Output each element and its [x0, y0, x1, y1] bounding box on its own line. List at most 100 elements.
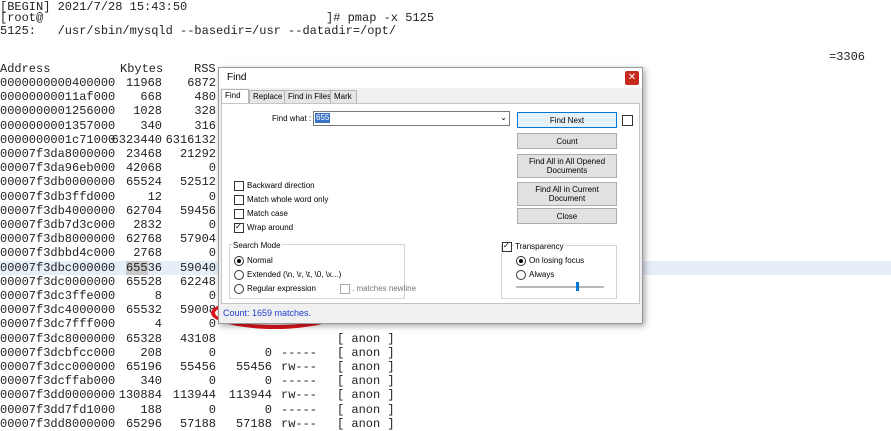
transparency-label: Transparency [514, 242, 565, 251]
row-address: 00007f3dcffab000 [0, 374, 116, 389]
row-mapping: [ anon ] [337, 374, 395, 389]
backward-checkbox[interactable] [234, 181, 244, 191]
tab-replace[interactable]: Replace [249, 90, 287, 103]
tab-find[interactable]: Find [221, 89, 249, 104]
row-dirty: 0 [264, 345, 272, 360]
row-address: 00007f3dc8000000 [0, 331, 116, 346]
row-address: 00007f3dc0000000 [0, 274, 116, 289]
dialog-titlebar[interactable]: Find ✕ [219, 68, 642, 88]
search-mode-title: Search Mode [232, 241, 282, 250]
whole-word-checkbox[interactable] [234, 195, 244, 205]
find-what-input[interactable]: 655 [315, 113, 331, 123]
close-icon[interactable]: ✕ [625, 71, 639, 85]
find-what-combo[interactable]: 655 ⌄ [313, 111, 510, 126]
find-next-side-checkbox[interactable] [622, 115, 633, 126]
row-address: 00007f3dbc000000 [0, 260, 116, 275]
table-row: 00007f3dcc000000 65196 55456 55456 rw--- [ an… [0, 360, 891, 374]
always-radio[interactable] [516, 270, 526, 280]
table-row: 00007f3dc8000000 65328 43108 [ anon ] [0, 332, 891, 346]
on-losing-focus-radio[interactable] [516, 256, 526, 266]
row-address: 00007f3db8000000 [0, 232, 116, 247]
row-mapping: [ anon ] [337, 345, 395, 360]
extended-radio[interactable] [234, 270, 244, 280]
normal-radio[interactable] [234, 256, 244, 266]
tab-mark[interactable]: Mark [330, 90, 357, 103]
row-dirty: 57188 [235, 416, 272, 431]
row-kbytes: 65296 [125, 416, 162, 431]
row-kbytes: 208 [140, 345, 162, 360]
header-kbytes: Kbytes [120, 62, 164, 76]
close-button[interactable]: Close [517, 208, 617, 224]
status-bar: Count: 1659 matches. [219, 304, 642, 323]
row-address: 00007f3da96eb000 [0, 161, 116, 176]
normal-label: Normal [247, 256, 273, 265]
row-kbytes: 130884 [118, 388, 162, 403]
row-mode: rw--- [281, 416, 318, 431]
row-dirty: 0 [264, 374, 272, 389]
row-rss: 0 [208, 246, 216, 261]
row-mapping: [ anon ] [337, 388, 395, 403]
row-address: 0000000001256000 [0, 104, 116, 119]
wrap-around-label: Wrap around [247, 223, 294, 232]
row-kbytes: 2832 [133, 218, 162, 232]
backward-label: Backward direction [247, 181, 315, 190]
row-dirty: 55456 [235, 360, 272, 374]
row-address: 00007f3dc7fff000 [0, 317, 116, 332]
row-address: 00007f3dcc000000 [0, 360, 116, 374]
row-address: 00007f3db0000000 [0, 175, 116, 190]
row-rss: 480 [194, 90, 216, 105]
table-row: 00007f3dd7fd1000 188 0 0 ----- [ anon ] [0, 403, 891, 417]
find-next-button[interactable]: Find Next [517, 112, 617, 128]
chevron-down-icon[interactable]: ⌄ [500, 113, 507, 123]
row-kbytes: 2768 [133, 246, 162, 261]
table-row: 00007f3dd8000000 65296 57188 57188 rw--- [ an… [0, 417, 891, 431]
row-address: 0000000001c71000 [0, 132, 116, 147]
find-all-current-button[interactable]: Find All in Current Document [517, 182, 617, 206]
row-kbytes: 62768 [125, 232, 162, 247]
regex-radio[interactable] [234, 284, 244, 294]
matches-newline-checkbox[interactable] [340, 284, 350, 294]
row-rss: 59456 [179, 203, 216, 218]
row-rss: 113944 [172, 388, 216, 403]
transparency-slider-track[interactable] [516, 286, 604, 288]
prompt-user: [root@ [0, 11, 44, 25]
tab-find-in-files[interactable]: Find in Files [284, 90, 333, 103]
row-address: 00007f3dc3ffe000 [0, 289, 116, 303]
row-mapping: [ anon ] [337, 402, 395, 417]
row-kbytes: 65536 [106, 260, 162, 275]
count-button[interactable]: Count [517, 133, 617, 149]
transparency-checkbox[interactable] [502, 241, 512, 252]
row-address: 00007f3dc4000000 [0, 303, 116, 318]
row-rss: 6316132 [165, 132, 216, 147]
table-row: 00007f3dcbfcc000 208 0 0 ----- [ anon ] [0, 346, 891, 360]
wrap-around-checkbox[interactable] [234, 222, 244, 233]
row-rss: 0 [208, 345, 216, 360]
transparency-slider-thumb[interactable] [575, 282, 579, 291]
row-rss: 0 [208, 289, 216, 303]
row-kbytes: 11968 [125, 76, 162, 90]
row-mapping: [ anon ] [337, 416, 395, 431]
row-address: 00007f3da8000000 [0, 147, 116, 161]
row-address: 00007f3db4000000 [0, 203, 116, 218]
row-dirty: 0 [264, 402, 272, 417]
status-text: Count: 1659 matches. [223, 308, 312, 318]
row-kbytes: 65532 [125, 303, 162, 318]
header-rss: RSS [194, 62, 216, 76]
row-mapping: [ anon ] [337, 360, 395, 374]
match-case-checkbox[interactable] [234, 209, 244, 219]
row-kbytes: 65328 [125, 331, 162, 346]
row-kbytes: 62704 [125, 203, 162, 218]
row-kbytes: 4 [154, 317, 162, 332]
row-rss: 21292 [179, 147, 216, 161]
row-rss: 0 [208, 189, 216, 204]
row-kbytes: 42068 [125, 161, 162, 176]
row-address: 00007f3dcbfcc000 [0, 345, 116, 360]
prompt-command: ]# pmap -x 5125 [326, 11, 435, 25]
row-kbytes: 65196 [125, 360, 162, 374]
row-mode: ----- [281, 345, 318, 360]
row-rss: 57904 [179, 232, 216, 247]
find-all-opened-button[interactable]: Find All in All Opened Documents [517, 154, 617, 178]
regex-label: Regular expression [247, 284, 316, 293]
row-kbytes: 340 [140, 118, 162, 133]
table-row: 00007f3dcffab000 340 0 0 ----- [ anon ] [0, 374, 891, 388]
